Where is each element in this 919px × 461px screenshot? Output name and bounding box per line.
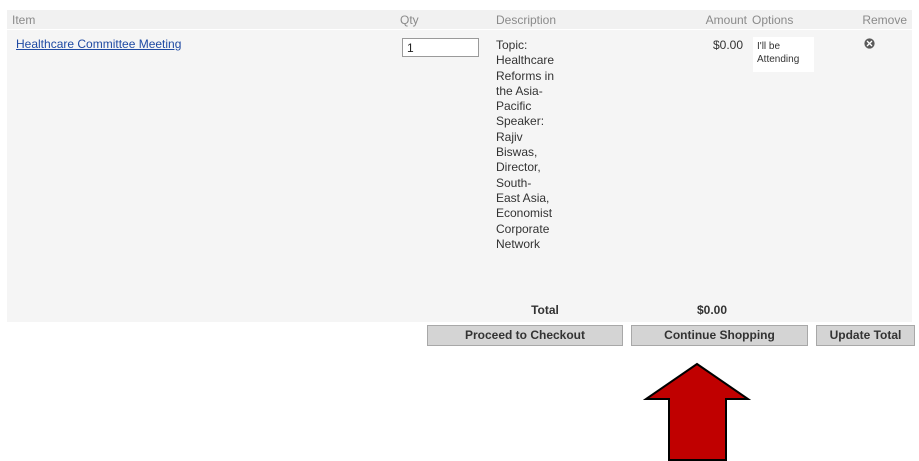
table-row [7, 30, 912, 322]
header-description: Description [496, 13, 557, 27]
quantity-input[interactable] [402, 38, 479, 57]
table-header: Item Qty Description Amount Options Remo… [7, 10, 912, 29]
item-name-link[interactable]: Healthcare Committee Meeting [16, 37, 181, 51]
description-line: Reforms in [496, 68, 555, 83]
header-item: Item [12, 13, 36, 27]
item-amount: $0.00 [712, 38, 743, 52]
description-line: Economist [496, 206, 553, 221]
proceed-to-checkout-button[interactable]: Proceed to Checkout [427, 325, 623, 346]
option-line: Attending [757, 54, 800, 65]
red-arrow-annotation [643, 362, 751, 461]
item-options: I'll be Attending [753, 37, 814, 72]
description-line: Biswas, [496, 145, 538, 160]
close-circle-icon[interactable] [864, 38, 875, 49]
description-line: the Asia- [496, 83, 543, 98]
description-line: Healthcare [496, 53, 555, 68]
arrow-shape [643, 362, 751, 461]
option-line: I'll be [757, 41, 781, 52]
item-description: Topic: Healthcare Reforms in the Asia- P… [496, 38, 580, 252]
description-line: Director, [496, 160, 541, 175]
header-remove: Remove [862, 13, 907, 27]
continue-shopping-button[interactable]: Continue Shopping [631, 325, 808, 346]
total-label: Total [531, 303, 559, 317]
total-value: $0.00 [697, 303, 728, 317]
description-line: Rajiv [496, 129, 523, 144]
update-total-button[interactable]: Update Total [816, 325, 915, 346]
header-options: Options [752, 13, 794, 27]
description-line: Corporate [496, 221, 550, 236]
description-line: Topic: [496, 38, 528, 52]
header-qty: Qty [400, 13, 419, 27]
description-line: Speaker: [496, 114, 545, 129]
description-line: South- [496, 175, 532, 190]
description-line: East Asia, [496, 190, 550, 205]
description-line: Network [496, 236, 541, 251]
header-amount: Amount [705, 13, 747, 27]
description-line: Pacific [496, 99, 532, 114]
